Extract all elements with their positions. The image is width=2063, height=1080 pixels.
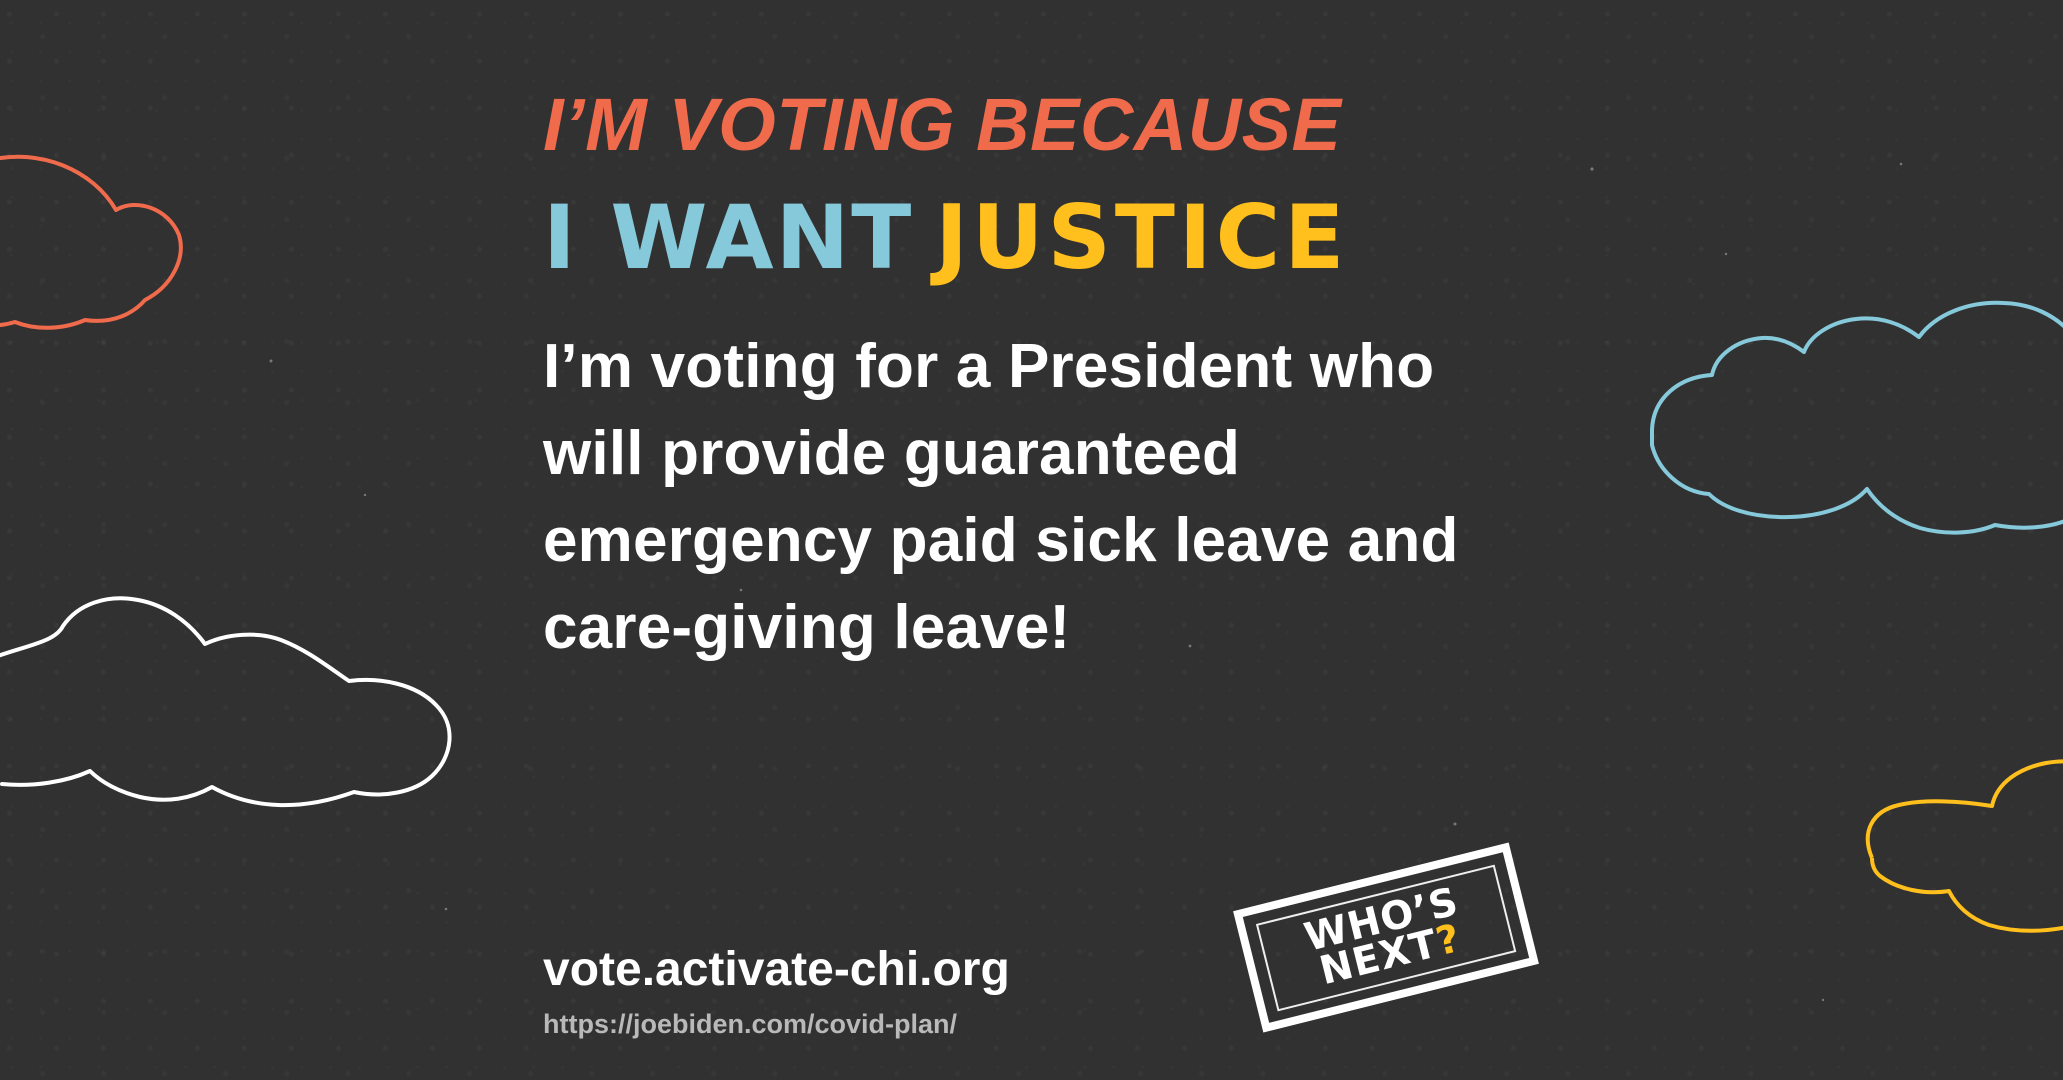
headline-justice: JUSTICE [935, 186, 1349, 289]
source-url[interactable]: https://joebiden.com/covid-plan/ [543, 1011, 957, 1038]
voting-statement: I’m voting for a President who will prov… [543, 332, 1459, 662]
poster-headline: I WANT JUSTICE [543, 194, 1348, 282]
website-link[interactable]: vote.activate-chi.org [543, 946, 1010, 994]
poster-kicker: I’M VOTING BECAUSE [543, 83, 1342, 166]
headline-i-want: I WANT [543, 186, 914, 289]
